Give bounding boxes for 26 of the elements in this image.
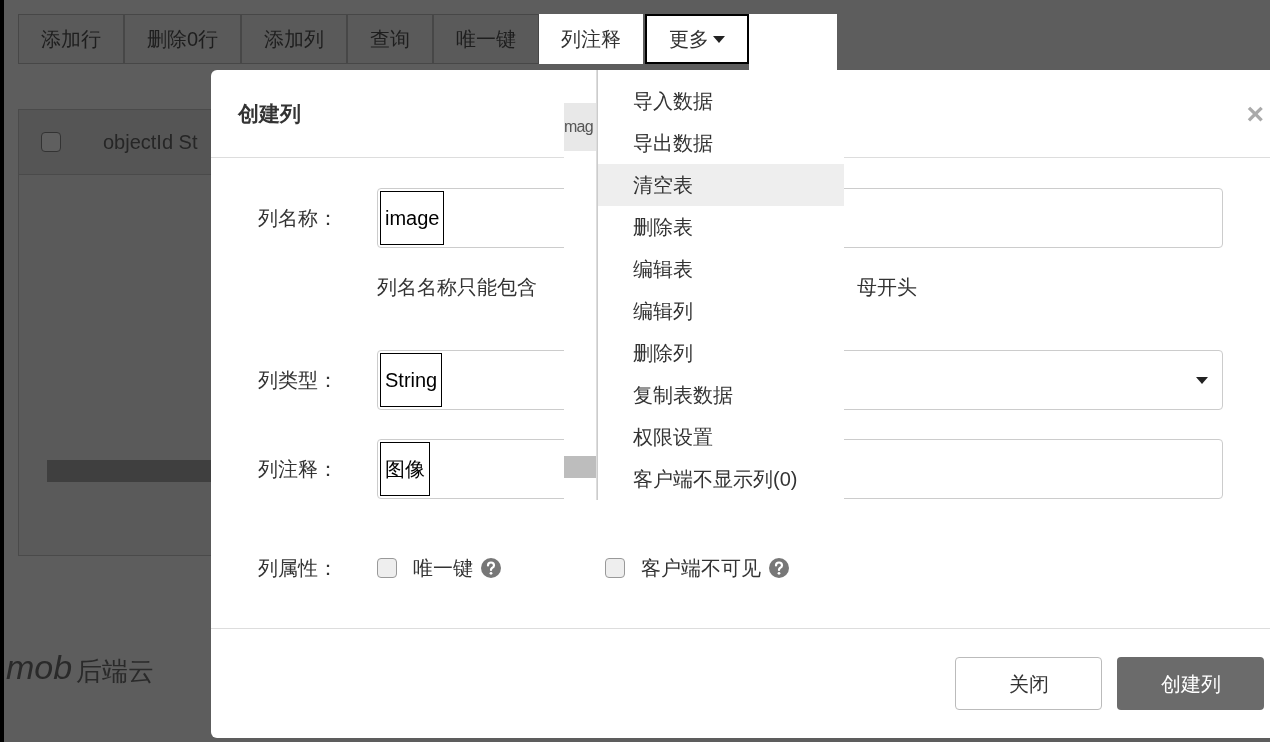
field-value: 图像 (380, 442, 430, 496)
more-dropdown-button[interactable]: 更多 (645, 14, 750, 64)
menu-item[interactable]: 清空表 (598, 164, 844, 206)
create-button[interactable]: 创建列 (1117, 657, 1264, 710)
field-label: 列类型： (258, 368, 339, 393)
caret-icon (713, 35, 726, 43)
field-label: 列名称： (258, 206, 339, 231)
checkbox-label: 客户端不可见 (641, 556, 761, 581)
field-value: image (380, 191, 445, 245)
dropdown-caret-icon (1196, 376, 1208, 384)
hint-text: 母开头 (857, 275, 917, 300)
checkbox[interactable] (377, 558, 397, 578)
checkbox[interactable] (605, 558, 625, 578)
checkbox-label: 唯一键 (413, 556, 473, 581)
help-icon[interactable] (769, 558, 789, 578)
field-label: 列属性： (258, 556, 339, 581)
help-icon[interactable] (481, 558, 501, 578)
scrollbar (564, 456, 596, 478)
table-header-cell-text: mag (564, 117, 593, 137)
field-value: String (380, 353, 443, 407)
dialog-title: 创建列 (238, 100, 301, 127)
field-label: 列注释： (258, 457, 339, 482)
checkbox[interactable] (41, 132, 61, 152)
hint-text: 列名名称只能包含 (377, 275, 537, 300)
toolbar-button[interactable]: 列注释 (539, 14, 644, 64)
close-dialog-button[interactable]: 关闭 (955, 657, 1102, 710)
